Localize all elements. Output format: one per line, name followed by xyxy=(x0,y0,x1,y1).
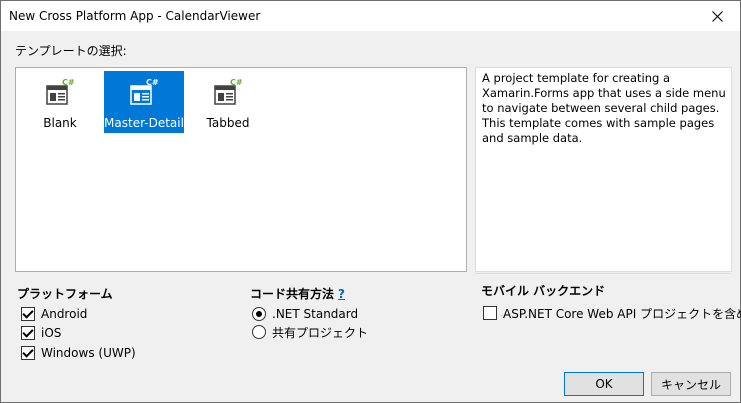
close-icon xyxy=(711,10,723,22)
code-sharing-netstandard-label: .NET Standard xyxy=(272,307,359,321)
close-button[interactable] xyxy=(694,1,740,31)
template-master-detail-icon: C# xyxy=(130,78,159,105)
template-master-detail-label: Master-Detail xyxy=(104,116,184,130)
platform-ios-label: iOS xyxy=(41,326,62,340)
svg-text:C#: C# xyxy=(230,78,243,87)
mobile-backend-heading: モバイル バックエンド xyxy=(481,284,606,298)
code-sharing-heading-text: コード共有方法 xyxy=(250,287,335,301)
template-description: A project template for creating a Xamari… xyxy=(482,71,726,145)
platform-heading: プラットフォーム xyxy=(17,287,113,301)
template-tabbed[interactable]: C# Tabbed xyxy=(188,71,268,133)
radio-selected-icon xyxy=(252,307,266,321)
checkbox-checked-icon xyxy=(21,346,35,360)
code-sharing-shared-radio[interactable]: 共有プロジェクト xyxy=(252,324,368,340)
svg-text:C#: C# xyxy=(146,78,159,87)
aspnet-core-label: ASP.NET Core Web API プロジェクトを含める xyxy=(503,306,741,321)
template-blank-icon: C# xyxy=(46,78,75,105)
radio-unselected-icon xyxy=(252,325,266,339)
code-sharing-netstandard-radio[interactable]: .NET Standard xyxy=(252,306,358,322)
aspnet-core-checkbox[interactable]: ASP.NET Core Web API プロジェクトを含める xyxy=(483,305,741,321)
template-master-detail[interactable]: C# Master-Detail xyxy=(104,71,184,133)
template-tabbed-label: Tabbed xyxy=(206,116,250,130)
svg-text:C#: C# xyxy=(62,78,75,87)
code-sharing-heading: コード共有方法? xyxy=(250,285,345,302)
checkbox-unchecked-icon xyxy=(483,306,497,320)
dialog-window: New Cross Platform App - CalendarViewer … xyxy=(0,0,741,403)
checkbox-checked-icon xyxy=(21,326,35,340)
platform-android-label: Android xyxy=(41,307,88,321)
divider xyxy=(475,273,730,274)
template-description-panel: A project template for creating a Xamari… xyxy=(475,67,732,272)
template-list[interactable]: C# Blank C# Master-Detail C# Tabbed xyxy=(15,67,467,272)
platform-uwp-label: Windows (UWP) xyxy=(41,346,136,360)
platform-android-checkbox[interactable]: Android xyxy=(21,306,87,322)
template-tabbed-icon: C# xyxy=(214,78,243,105)
template-select-label: テンプレートの選択: xyxy=(15,44,127,58)
template-blank-label: Blank xyxy=(43,116,77,130)
checkbox-checked-icon xyxy=(21,307,35,321)
platform-uwp-checkbox[interactable]: Windows (UWP) xyxy=(21,345,136,361)
title-bar: New Cross Platform App - CalendarViewer xyxy=(1,1,740,31)
code-sharing-help-link[interactable]: ? xyxy=(338,287,345,301)
code-sharing-shared-label: 共有プロジェクト xyxy=(272,325,369,340)
ok-button[interactable]: OK xyxy=(564,372,644,396)
template-blank[interactable]: C# Blank xyxy=(20,71,100,133)
cancel-button[interactable]: キャンセル xyxy=(651,372,731,396)
platform-ios-checkbox[interactable]: iOS xyxy=(21,325,61,341)
window-title: New Cross Platform App - CalendarViewer xyxy=(9,9,261,23)
